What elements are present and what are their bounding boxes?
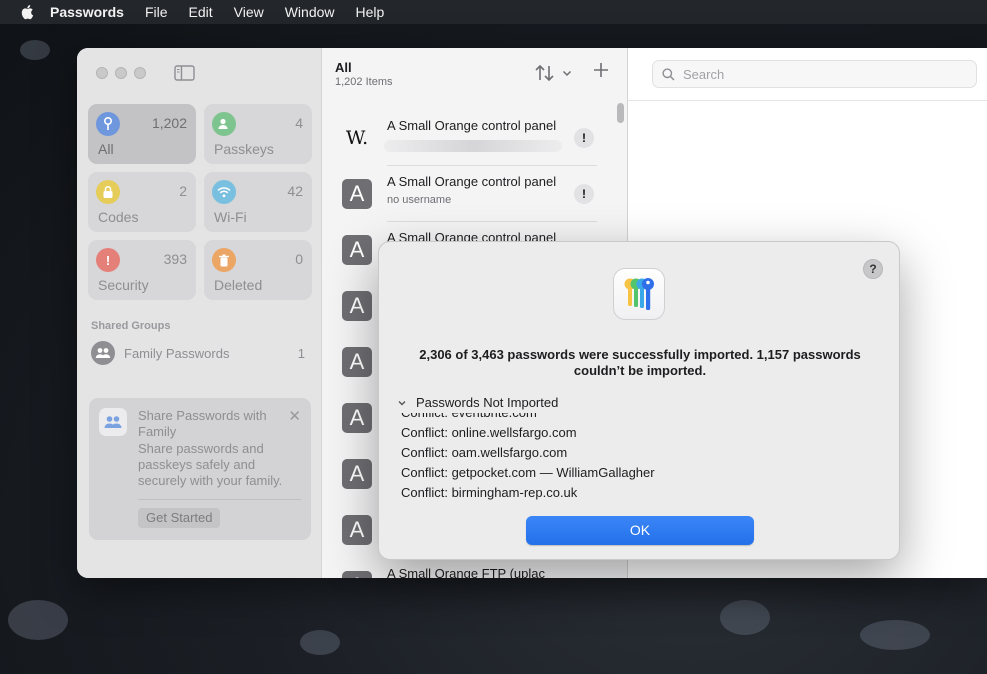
import-summary-message: 2,306 of 3,463 passwords were successful…: [419, 347, 861, 378]
desktop-texture: [20, 40, 50, 60]
menu-window[interactable]: Window: [285, 4, 335, 20]
site-icon: A: [342, 179, 372, 209]
list-item: Conflict: birmingham-rep.co.uk: [401, 485, 578, 500]
site-icon: A: [342, 235, 372, 265]
desktop-texture: [860, 620, 930, 650]
not-imported-disclosure[interactable]: Passwords Not Imported: [397, 395, 558, 410]
category-count: 2: [179, 183, 187, 199]
add-icon[interactable]: [593, 62, 609, 78]
menu-bar: Passwords File Edit View Window Help: [0, 0, 987, 24]
warning-icon: !: [574, 128, 594, 148]
key-icon: [96, 112, 120, 136]
list-title: All: [335, 60, 352, 75]
sort-arrows-icon: [535, 64, 554, 82]
warning-icon: !: [574, 184, 594, 204]
category-label: All: [98, 141, 114, 157]
desktop-texture: [8, 600, 68, 640]
category-security[interactable]: ! 393 Security: [88, 240, 196, 300]
site-icon: W.: [345, 127, 369, 149]
site-icon: A: [342, 347, 372, 377]
group-count: 1: [297, 345, 305, 361]
list-scrollbar[interactable]: [617, 103, 624, 123]
conflict-list[interactable]: Conflict: eventbrite.com Conflict: onlin…: [401, 413, 701, 501]
category-count: 393: [163, 251, 187, 267]
list-item: Conflict: eventbrite.com: [401, 413, 701, 423]
zoom-window-button[interactable]: [134, 67, 146, 79]
divider: [628, 100, 987, 101]
category-count: 4: [295, 115, 303, 131]
menu-file[interactable]: File: [145, 4, 168, 20]
site-icon: A: [342, 459, 372, 489]
help-button[interactable]: ?: [863, 259, 883, 279]
item-title: A Small Orange control panel: [387, 174, 557, 189]
search-icon: [662, 67, 675, 81]
menu-view[interactable]: View: [234, 4, 264, 20]
share-card-description: Share passwords and passkeys safely and …: [138, 441, 283, 488]
category-count: 1,202: [151, 115, 187, 131]
chevron-down-icon: [398, 400, 406, 405]
shared-groups-heading: Shared Groups: [91, 320, 171, 332]
category-label: Deleted: [214, 277, 263, 293]
item-title: A Small Orange control panel: [387, 118, 557, 133]
trash-icon: [212, 248, 236, 272]
minimize-window-button[interactable]: [115, 67, 127, 79]
menu-help[interactable]: Help: [356, 4, 385, 20]
category-count: 42: [287, 183, 303, 199]
category-label: Codes: [98, 209, 139, 225]
close-icon[interactable]: ✕: [288, 407, 301, 425]
menu-app-passwords[interactable]: Passwords: [50, 4, 124, 20]
divider: [138, 499, 301, 500]
list-item[interactable]: A A Small Orange FTP (uplac: [322, 558, 612, 578]
list-item[interactable]: A A Small Orange control panel no userna…: [322, 166, 612, 222]
desktop-texture: [720, 600, 770, 635]
category-label: Passkeys: [214, 141, 274, 157]
family-share-icon: [99, 408, 127, 436]
window-controls: [96, 67, 146, 79]
site-icon: A: [342, 571, 372, 578]
item-title: A Small Orange FTP (uplac: [387, 566, 545, 578]
category-deleted[interactable]: 0 Deleted: [204, 240, 312, 300]
category-codes[interactable]: 2 Codes: [88, 172, 196, 232]
category-passkeys[interactable]: 4 Passkeys: [204, 104, 312, 164]
site-icon: A: [342, 515, 372, 545]
sidebar: 1,202 All 4 Passkeys 2 Codes 42 Wi-Fi !: [77, 48, 322, 578]
list-item: Conflict: online.wellsfargo.com: [401, 425, 577, 440]
person-badge-icon: [212, 112, 236, 136]
group-name: Family Passwords: [124, 345, 230, 361]
disclosure-label: Passwords Not Imported: [416, 395, 559, 410]
menu-edit[interactable]: Edit: [189, 4, 213, 20]
chevron-down-icon: [562, 70, 572, 77]
share-passwords-card: Share Passwords with Family Share passwo…: [89, 398, 311, 540]
group-people-icon: [91, 341, 115, 365]
get-started-button[interactable]: Get Started: [138, 508, 221, 528]
site-icon: A: [342, 291, 372, 321]
import-result-dialog: ? 2,306 of 3,463 passwords were successf…: [378, 241, 900, 560]
category-count: 0: [295, 251, 303, 267]
search-input[interactable]: [683, 66, 963, 82]
share-card-title: Share Passwords with Family: [138, 408, 267, 439]
desktop-texture: [300, 630, 340, 655]
sort-button[interactable]: [534, 64, 574, 82]
redacted-username: [384, 140, 562, 152]
item-subtitle: no username: [387, 194, 452, 206]
shared-group-family[interactable]: Family Passwords 1: [91, 341, 309, 365]
search-field[interactable]: [652, 60, 977, 88]
category-wifi[interactable]: 42 Wi-Fi: [204, 172, 312, 232]
sidebar-toggle-icon[interactable]: [174, 65, 195, 81]
category-all[interactable]: 1,202 All: [88, 104, 196, 164]
category-label: Wi-Fi: [214, 209, 247, 225]
list-item: Conflict: oam.wellsfargo.com: [401, 445, 568, 460]
list-item[interactable]: W. A Small Orange control panel !: [322, 110, 612, 166]
site-icon: A: [342, 403, 372, 433]
list-item: Conflict: getpocket.com — WilliamGallagh…: [401, 465, 655, 480]
passwords-app-icon: [613, 268, 665, 320]
wifi-icon: [212, 180, 236, 204]
exclamation-icon: !: [96, 248, 120, 272]
lock-clock-icon: [96, 180, 120, 204]
category-label: Security: [98, 277, 149, 293]
close-window-button[interactable]: [96, 67, 108, 79]
list-item-count: 1,202 Items: [335, 76, 393, 88]
apple-icon[interactable]: [20, 4, 34, 20]
ok-button[interactable]: OK: [526, 516, 754, 545]
